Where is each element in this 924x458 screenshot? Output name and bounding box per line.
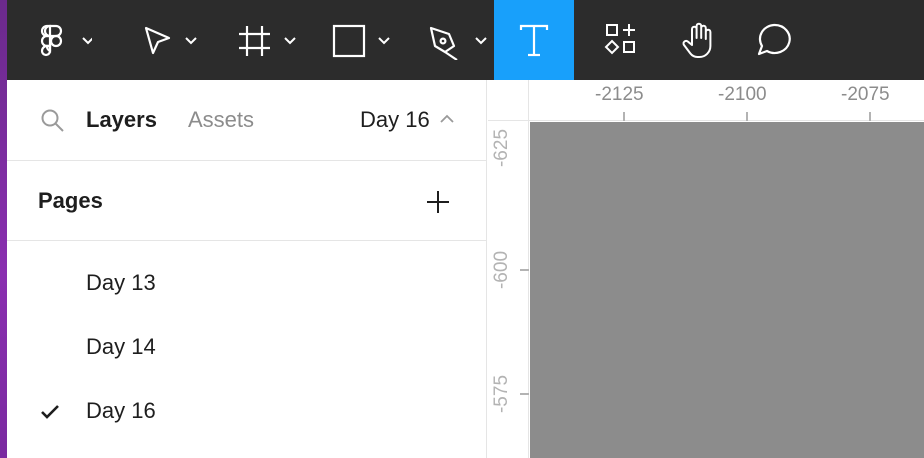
window-edge [0,0,7,458]
checkmark-icon [41,405,59,419]
shape-tool-button[interactable] [319,0,399,80]
ruler-x-tick [623,112,625,121]
ruler-y-label: -625 [491,128,513,168]
search-icon[interactable] [40,108,66,134]
chevron-down-icon [475,37,487,45]
ruler-x-label: -2075 [841,84,890,105]
rectangle-icon [332,24,390,58]
frame-tool-button[interactable] [222,0,302,80]
chevron-down-icon [82,37,92,45]
layers-panel: Layers Assets Day 16 Pages Day 13 Day 14… [7,80,487,458]
page-label: Day 14 [86,334,156,359]
ruler-x-label: -2100 [718,84,767,105]
chevron-down-icon [378,37,390,45]
tab-layers[interactable]: Layers [86,107,157,133]
vertical-ruler: -625 -600 -575 [488,121,529,458]
add-page-icon[interactable] [425,189,451,215]
pen-icon [429,26,487,60]
page-list-item[interactable]: Day 14 [7,316,487,380]
ruler-x-tick [869,112,871,121]
resources-button[interactable] [581,0,661,80]
panel-tabs: Layers Assets Day 16 [7,80,487,161]
move-cursor-icon [144,26,197,55]
tab-assets[interactable]: Assets [188,107,254,133]
chevron-down-icon [284,37,296,45]
main-menu-button[interactable] [7,0,107,80]
ruler-y-label: -575 [491,374,513,414]
ruler-y-label: -600 [491,250,513,290]
page-list-item-selected[interactable]: Day 16 [7,380,487,444]
page-list-item[interactable]: Day 13 [7,252,487,316]
page-label: Day 16 [86,398,156,423]
move-tool-button[interactable] [124,0,204,80]
hand-tool-button[interactable] [659,0,739,80]
pages-header: Pages [7,161,487,241]
pen-tool-button[interactable] [416,0,496,80]
page-label: Day 13 [86,270,156,295]
ruler-corner [488,80,529,121]
chevron-up-icon[interactable] [439,112,455,126]
ruler-x-tick [746,112,748,121]
pages-title: Pages [38,188,103,213]
ruler-x-label: -2125 [595,84,644,105]
toolbar [7,0,924,80]
figma-logo-icon [40,24,92,57]
design-canvas[interactable] [530,122,924,458]
ruler-y-tick [520,393,529,395]
current-page-selector[interactable]: Day 16 [360,107,430,133]
frame-icon [239,26,296,56]
ruler-y-tick [520,269,529,271]
text-icon [519,24,549,57]
comment-icon [757,23,791,56]
hand-icon [682,22,712,58]
resources-icon [604,24,635,55]
text-tool-button[interactable] [494,0,574,80]
horizontal-ruler: -2125 -2100 -2075 [529,80,924,121]
chevron-down-icon [185,37,197,45]
comment-tool-button[interactable] [734,0,814,80]
